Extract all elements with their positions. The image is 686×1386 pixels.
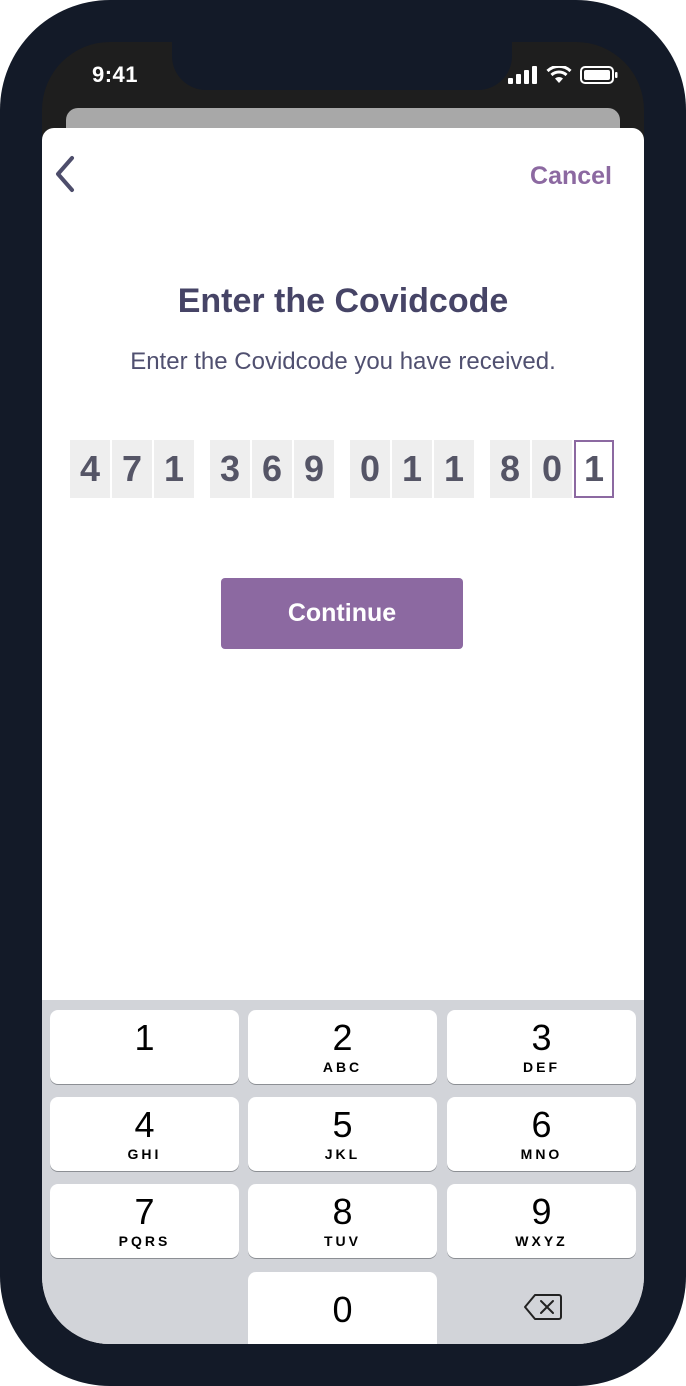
key-3[interactable]: 3 DEF <box>447 1010 636 1084</box>
key-0[interactable]: 0 <box>248 1272 437 1344</box>
key-letters: WXYZ <box>515 1233 568 1249</box>
key-letters: GHI <box>127 1146 162 1162</box>
chevron-left-icon <box>56 156 74 192</box>
backspace-icon <box>523 1294 562 1320</box>
battery-icon <box>580 66 618 84</box>
key-letters: TUV <box>324 1233 361 1249</box>
code-digit[interactable]: 0 <box>350 440 390 498</box>
key-letters: ABC <box>322 1059 363 1075</box>
key-number: 0 <box>332 1289 353 1330</box>
key-number: 6 <box>531 1104 552 1145</box>
key-8[interactable]: 8 TUV <box>248 1184 437 1258</box>
key-number: 9 <box>531 1191 552 1232</box>
code-digit[interactable]: 1 <box>434 440 474 498</box>
code-digit-active[interactable]: 1 <box>574 440 614 498</box>
key-letters: MNO <box>520 1146 563 1162</box>
key-number: 3 <box>531 1017 552 1058</box>
code-digit[interactable]: 4 <box>70 440 110 498</box>
code-digit[interactable]: 8 <box>490 440 530 498</box>
key-6[interactable]: 6 MNO <box>447 1097 636 1171</box>
phone-screen: 9:41 Cancel Enter the Covidcode Enter th… <box>42 42 644 1344</box>
page-subtitle: Enter the Covidcode you have received. <box>130 348 556 375</box>
signal-icon <box>508 66 537 84</box>
key-7[interactable]: 7 PQRS <box>50 1184 239 1258</box>
wifi-icon <box>546 66 572 83</box>
key-4[interactable]: 4 GHI <box>50 1097 239 1171</box>
notch <box>172 42 512 90</box>
code-input[interactable]: 4 7 1 3 6 9 0 1 1 8 0 1 <box>70 440 616 498</box>
key-letters: PQRS <box>118 1233 171 1249</box>
key-number: 2 <box>332 1017 353 1058</box>
page-title: Enter the Covidcode <box>177 282 509 320</box>
key-number: 5 <box>332 1104 353 1145</box>
code-digit[interactable]: 1 <box>392 440 432 498</box>
status-bar: 9:41 <box>42 42 644 112</box>
key-letters: DEF <box>523 1059 560 1075</box>
key-number: 4 <box>134 1104 155 1145</box>
key-2[interactable]: 2 ABC <box>248 1010 437 1084</box>
key-1[interactable]: 1 <box>50 1010 239 1084</box>
phone-frame: 9:41 Cancel Enter the Covidcode Enter th… <box>0 0 686 1386</box>
code-digit[interactable]: 9 <box>294 440 334 498</box>
back-button[interactable] <box>52 154 78 194</box>
continue-button[interactable]: Continue <box>221 578 463 649</box>
key-9[interactable]: 9 WXYZ <box>447 1184 636 1258</box>
status-time: 9:41 <box>92 62 139 87</box>
status-icons <box>508 66 618 84</box>
code-digit[interactable]: 6 <box>252 440 292 498</box>
code-digit[interactable]: 7 <box>112 440 152 498</box>
delete-button[interactable] <box>448 1270 637 1344</box>
code-digit[interactable]: 3 <box>210 440 250 498</box>
key-5[interactable]: 5 JKL <box>248 1097 437 1171</box>
modal-sheet: Cancel Enter the Covidcode Enter the Cov… <box>42 128 644 1344</box>
key-number: 1 <box>134 1017 155 1058</box>
key-number: 7 <box>134 1191 155 1232</box>
key-letters: JKL <box>324 1146 361 1162</box>
code-digit[interactable]: 0 <box>532 440 572 498</box>
cancel-button[interactable]: Cancel <box>530 162 612 191</box>
code-digit[interactable]: 1 <box>154 440 194 498</box>
numeric-keypad: 1 2 ABC 3 DEF 4 GHI 5 JKL 6 MNO 7 PQRS 8… <box>42 1000 644 1344</box>
key-number: 8 <box>332 1191 353 1232</box>
